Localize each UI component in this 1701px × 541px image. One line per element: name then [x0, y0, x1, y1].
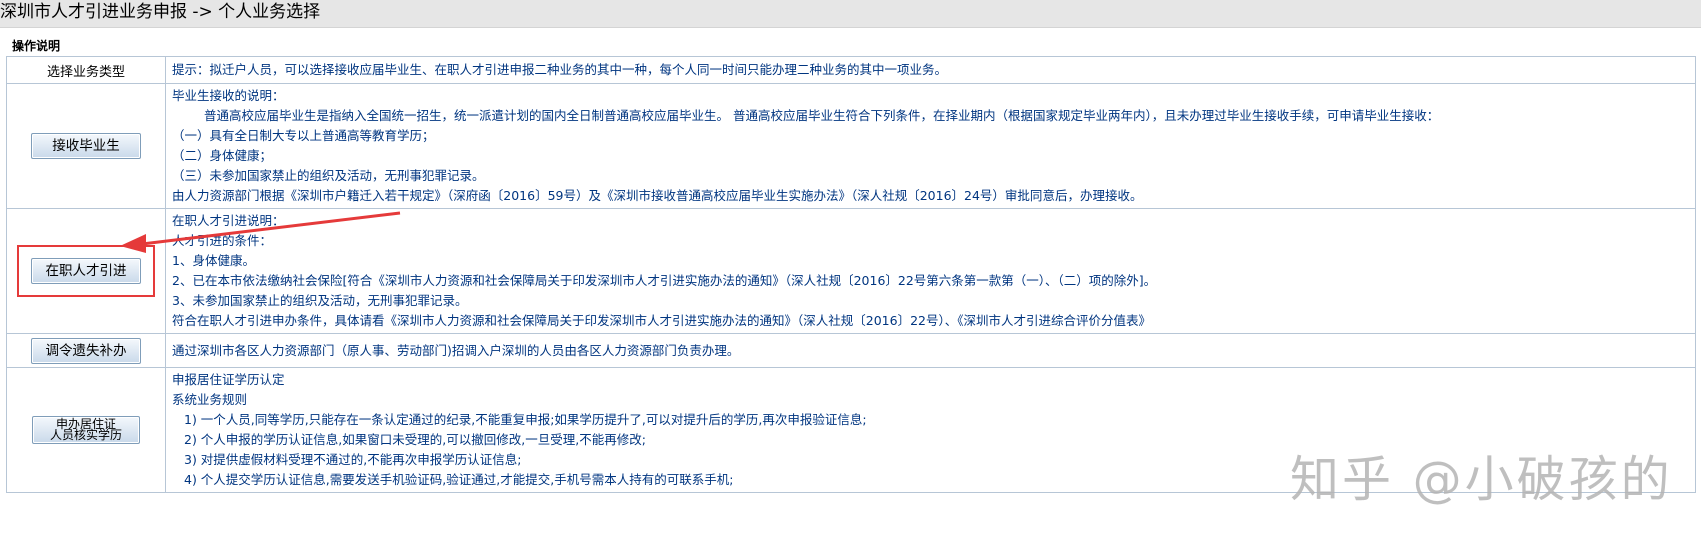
section-label: 操作说明: [12, 39, 61, 53]
desc-line: 3、未参加国家禁止的组织及活动，无刑事犯罪记录。: [172, 293, 468, 308]
talent-description-cell: 在职人才引进说明： 人才引进的条件： 1、身体健康。 2、已在本市依法缴纳社会保…: [165, 208, 1696, 334]
type-header-cell: 选择业务类型: [6, 56, 166, 84]
desc-line: 申报居住证学历认定: [172, 372, 285, 387]
graduate-button-cell: 接收毕业生: [6, 83, 166, 209]
tip-cell: 提示：拟迁户人员，可以选择接收应届毕业生、在职人才引进申报二种业务的其中一种，每…: [165, 56, 1696, 84]
receive-graduate-button[interactable]: 接收毕业生: [31, 133, 141, 159]
desc-line: 符合在职人才引进申办条件，具体请看《深圳市人力资源和社会保障局关于印发深圳市人才…: [172, 313, 1151, 328]
desc-line: 1、身体健康。: [172, 253, 255, 268]
residence-button-cell: 申办居住证 人员核实学历: [6, 367, 166, 493]
transfer-description-cell: 通过深圳市各区人力资源部门（原人事、劳动部门)招调入户深圳的人员由各区人力资源部…: [165, 333, 1696, 368]
desc-line: 在职人才引进说明：: [172, 213, 285, 228]
zhihu-watermark: 知乎 @小破孩的: [1290, 451, 1673, 508]
desc-line: （一）具有全日制大专以上普通高等教育学历；: [172, 128, 435, 143]
talent-introduction-button[interactable]: 在职人才引进: [31, 258, 141, 284]
desc-line: 由人力资源部门根据《深圳市户籍迁入若干规定》（深府函〔2016〕59号）及《深圳…: [172, 188, 1143, 203]
desc-line: 系统业务规则: [172, 392, 248, 407]
tip-text: 提示：拟迁户人员，可以选择接收应届毕业生、在职人才引进申报二种业务的其中一种，每…: [172, 62, 948, 77]
residence-permit-verify-button[interactable]: 申办居住证 人员核实学历: [32, 416, 140, 444]
graduate-description-cell: 毕业生接收的说明： 普通高校应届毕业生是指纳入全国统一招生，统一派遣计划的国内全…: [165, 83, 1696, 209]
page-title: 深圳市人才引进业务申报 -> 个人业务选择: [0, 0, 1701, 28]
desc-line: 2、已在本市依法缴纳社会保险[符合《深圳市人力资源和社会保障局关于印发深圳市人才…: [172, 273, 1157, 288]
talent-button-cell: 在职人才引进: [6, 208, 166, 334]
table-row: 选择业务类型 提示：拟迁户人员，可以选择接收应届毕业生、在职人才引进申报二种业务…: [6, 56, 1696, 84]
desc-line: 1) 一个人员,同等学历,只能存在一条认定通过的纪录,不能重复申报;如果学历提升…: [184, 412, 867, 427]
desc-line: 人才引进的条件：: [172, 233, 273, 248]
table-row: 调令遗失补办 通过深圳市各区人力资源部门（原人事、劳动部门)招调入户深圳的人员由…: [6, 333, 1696, 368]
business-type-table: 选择业务类型 提示：拟迁户人员，可以选择接收应届毕业生、在职人才引进申报二种业务…: [6, 56, 1696, 493]
transfer-order-reissue-button[interactable]: 调令遗失补办: [31, 337, 141, 364]
desc-line: （二）身体健康；: [172, 148, 273, 163]
desc-line: （三）未参加国家禁止的组织及活动，无刑事犯罪记录。: [172, 168, 485, 183]
button-label-line: 人员核实学历: [49, 428, 122, 442]
table-row: 接收毕业生 毕业生接收的说明： 普通高校应届毕业生是指纳入全国统一招生，统一派遣…: [6, 83, 1696, 209]
table-row: 在职人才引进 在职人才引进说明： 人才引进的条件： 1、身体健康。 2、已在本市…: [6, 208, 1696, 334]
desc-line: 毕业生接收的说明：: [172, 88, 285, 103]
red-highlight-box: 在职人才引进: [17, 245, 155, 297]
desc-line: 普通高校应届毕业生是指纳入全国统一招生，统一派遣计划的国内全日制普通高校应届毕业…: [204, 108, 1440, 123]
transfer-button-cell: 调令遗失补办: [6, 333, 166, 368]
desc-line: 通过深圳市各区人力资源部门（原人事、劳动部门)招调入户深圳的人员由各区人力资源部…: [172, 342, 740, 358]
